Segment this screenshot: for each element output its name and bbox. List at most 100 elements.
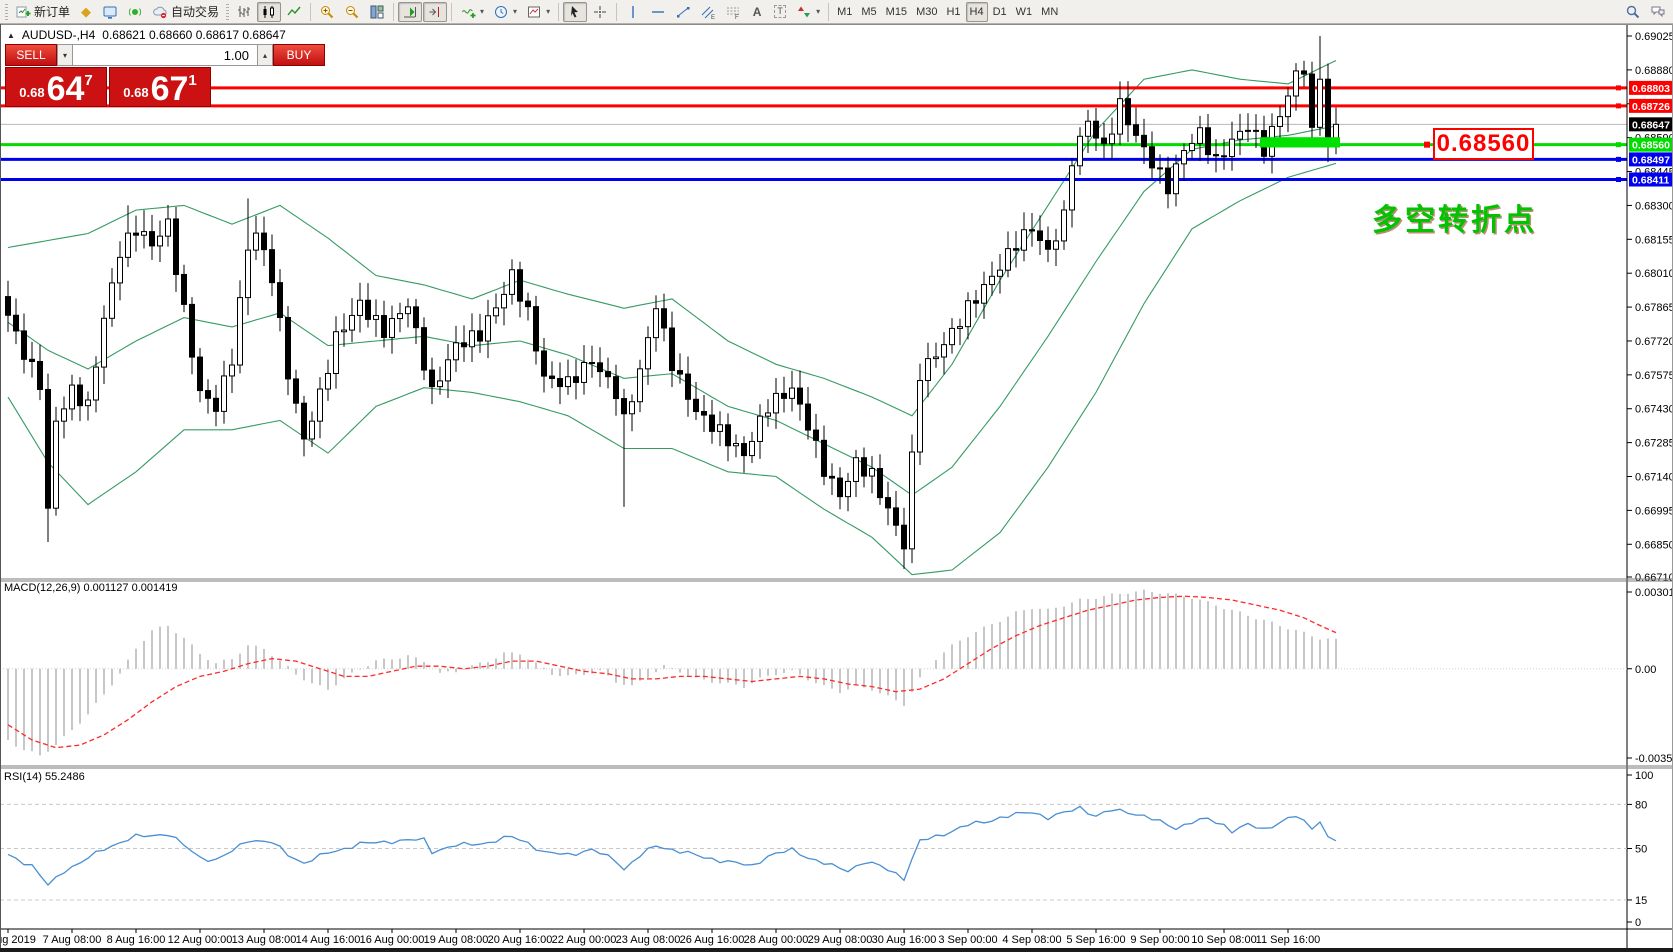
buy-button[interactable]: BUY bbox=[273, 44, 325, 66]
timeframe-d1-button[interactable]: D1 bbox=[989, 2, 1011, 22]
svg-text:0.68497: 0.68497 bbox=[1632, 154, 1670, 166]
chart-symbol-period: AUDUSD-,H4 bbox=[22, 28, 95, 42]
autotrading-button[interactable]: 自动交易 bbox=[148, 2, 223, 22]
chart-shift-icon bbox=[427, 4, 443, 20]
indicators-button[interactable]: ▾ bbox=[456, 2, 488, 22]
svg-text:30 Aug 16:00: 30 Aug 16:00 bbox=[872, 934, 937, 946]
zoom-in-button[interactable] bbox=[315, 2, 339, 22]
timeframe-m1-button[interactable]: M1 bbox=[833, 2, 856, 22]
templates-button[interactable]: ▾ bbox=[522, 2, 554, 22]
search-icon bbox=[1625, 4, 1641, 20]
svg-text:0.69025: 0.69025 bbox=[1635, 31, 1673, 43]
one-click-trading-panel: SELL ▾ ▴ BUY 0.68 64 7 0.68 67 1 bbox=[5, 44, 211, 107]
crosshair-icon bbox=[592, 4, 608, 20]
arrows-button[interactable]: ▾ bbox=[792, 2, 824, 22]
volume-increase-button[interactable]: ▴ bbox=[257, 44, 273, 66]
svg-text:6 Aug 2019: 6 Aug 2019 bbox=[0, 934, 36, 946]
timeframe-h4-button[interactable]: H4 bbox=[966, 2, 988, 22]
svg-text:0.68010: 0.68010 bbox=[1635, 268, 1673, 280]
signals-button[interactable] bbox=[123, 2, 147, 22]
svg-text:28 Aug 00:00: 28 Aug 00:00 bbox=[744, 934, 809, 946]
svg-text:100: 100 bbox=[1635, 770, 1653, 782]
horizontal-line-button[interactable] bbox=[646, 2, 670, 22]
sell-price-pip: 7 bbox=[84, 72, 92, 89]
svg-text:0.68803: 0.68803 bbox=[1632, 83, 1670, 95]
timeframe-w1-button[interactable]: W1 bbox=[1012, 2, 1037, 22]
auto-scroll-button[interactable] bbox=[398, 2, 422, 22]
collapse-chart-icon[interactable]: ▲ bbox=[7, 31, 15, 40]
search-button[interactable] bbox=[1621, 2, 1645, 22]
svg-text:0.68411: 0.68411 bbox=[1632, 174, 1670, 186]
svg-text:0.66995: 0.66995 bbox=[1635, 505, 1673, 517]
sell-price-big: 64 bbox=[47, 76, 85, 103]
sell-button[interactable]: SELL bbox=[5, 44, 57, 66]
line-chart-button[interactable] bbox=[282, 2, 306, 22]
bar-chart-icon bbox=[236, 4, 252, 20]
chart-shift-button[interactable] bbox=[423, 2, 447, 22]
volume-input[interactable] bbox=[73, 44, 257, 66]
chart-canvas[interactable]: 0.690250.688800.687350.685900.684450.683… bbox=[0, 24, 1673, 952]
vertical-line-icon bbox=[625, 4, 641, 20]
svg-text:22 Aug 00:00: 22 Aug 00:00 bbox=[552, 934, 617, 946]
price-annotation-box[interactable]: 0.68560 bbox=[1433, 128, 1534, 160]
trendline-icon bbox=[675, 4, 691, 20]
zoom-out-icon bbox=[344, 4, 360, 20]
svg-text:26 Aug 16:00: 26 Aug 16:00 bbox=[680, 934, 745, 946]
svg-text:0.66710: 0.66710 bbox=[1635, 572, 1673, 584]
svg-text:0.67140: 0.67140 bbox=[1635, 472, 1673, 484]
volume-decrease-button[interactable]: ▾ bbox=[57, 44, 73, 66]
timeframe-m30-button[interactable]: M30 bbox=[912, 2, 941, 22]
chart-ohlc-values: 0.68621 0.68660 0.68617 0.68647 bbox=[102, 28, 286, 42]
timeframe-h1-button[interactable]: H1 bbox=[942, 2, 964, 22]
autotrading-cloud-icon bbox=[152, 4, 168, 20]
market-depth-button[interactable]: ◆ bbox=[75, 2, 97, 22]
text-button[interactable]: A bbox=[746, 2, 768, 22]
zoom-out-button[interactable] bbox=[340, 2, 364, 22]
svg-text:11 Sep 16:00: 11 Sep 16:00 bbox=[1256, 934, 1321, 946]
new-order-button[interactable]: 新订单 bbox=[11, 2, 74, 22]
svg-text:23 Aug 08:00: 23 Aug 08:00 bbox=[616, 934, 681, 946]
macd-indicator-label: MACD(12,26,9) 0.001127 0.001419 bbox=[4, 582, 177, 594]
buy-price-tile[interactable]: 0.68 67 1 bbox=[109, 67, 211, 107]
timeframe-mn-button[interactable]: MN bbox=[1037, 2, 1062, 22]
bar-chart-button[interactable] bbox=[232, 2, 256, 22]
timeframe-m5-button[interactable]: M5 bbox=[857, 2, 880, 22]
svg-text:5 Sep 16:00: 5 Sep 16:00 bbox=[1066, 934, 1125, 946]
cursor-button[interactable] bbox=[563, 2, 587, 22]
tile-windows-button[interactable] bbox=[365, 2, 389, 22]
auto-scroll-icon bbox=[402, 4, 418, 20]
chat-button[interactable] bbox=[1646, 2, 1670, 22]
terminal-button[interactable] bbox=[98, 2, 122, 22]
candlestick-chart-icon bbox=[261, 4, 277, 20]
periods-button[interactable]: ▾ bbox=[489, 2, 521, 22]
new-order-icon bbox=[15, 4, 31, 20]
dropdown-arrow-icon: ▾ bbox=[816, 7, 820, 16]
fibonacci-button[interactable]: F bbox=[721, 2, 745, 22]
dropdown-arrow-icon: ▾ bbox=[480, 7, 484, 16]
svg-text:0.68560: 0.68560 bbox=[1632, 140, 1670, 152]
svg-text:0.003015: 0.003015 bbox=[1635, 587, 1673, 599]
horizontal-line-icon bbox=[650, 4, 666, 20]
svg-text:0.68726: 0.68726 bbox=[1632, 101, 1670, 113]
channel-button[interactable]: E bbox=[696, 2, 720, 22]
crosshair-button[interactable] bbox=[588, 2, 612, 22]
toolbar: 新订单 ◆ 自动交易 ▾ ▾ ▾ E F A T ▾ M1 M5 M15 M30… bbox=[0, 0, 1673, 24]
zoom-in-icon bbox=[319, 4, 335, 20]
autotrading-label: 自动交易 bbox=[171, 3, 219, 20]
indicators-icon bbox=[460, 4, 476, 20]
vertical-line-button[interactable] bbox=[621, 2, 645, 22]
label-button[interactable]: T bbox=[769, 2, 791, 22]
gold-diamond-icon: ◆ bbox=[81, 4, 91, 20]
chat-bubbles-icon bbox=[1650, 4, 1666, 20]
text-a-icon: A bbox=[753, 4, 762, 20]
timeframe-m15-button[interactable]: M15 bbox=[882, 2, 911, 22]
svg-text:0.00: 0.00 bbox=[1635, 664, 1656, 676]
dropdown-arrow-icon: ▾ bbox=[513, 7, 517, 16]
trendline-button[interactable] bbox=[671, 2, 695, 22]
dropdown-arrow-icon: ▾ bbox=[546, 7, 550, 16]
buy-price-big: 67 bbox=[151, 76, 189, 103]
template-icon bbox=[526, 4, 542, 20]
sell-price-tile[interactable]: 0.68 64 7 bbox=[5, 67, 107, 107]
candlestick-chart-button[interactable] bbox=[257, 2, 281, 22]
turning-point-annotation[interactable]: 多空转折点 bbox=[1372, 195, 1537, 239]
